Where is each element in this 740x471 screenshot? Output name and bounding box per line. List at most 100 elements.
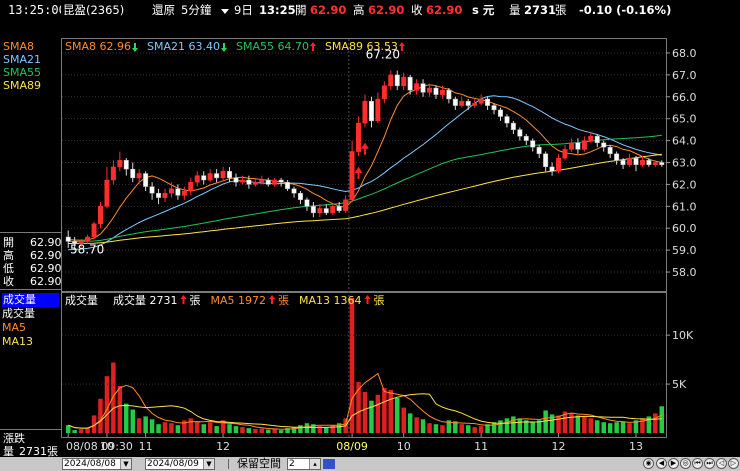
open-value: 62.90 <box>310 3 347 17</box>
zoom-out-icon[interactable]: ◎ <box>680 458 691 469</box>
indicator-item-sma89[interactable]: SMA89 <box>3 79 41 93</box>
scroll-right-icon[interactable]: ▶ <box>668 458 679 469</box>
volume-bar <box>349 298 355 433</box>
volume-indicator-item[interactable]: 成交量 <box>2 307 35 321</box>
close-value: 62.90 <box>426 3 463 17</box>
volume-bar <box>272 429 277 433</box>
buy-signal-icon <box>354 166 363 179</box>
volume-indicator-item[interactable]: 成交量 <box>2 293 59 307</box>
volume-indicator-item[interactable]: MA5 <box>2 321 26 335</box>
end-left-icon[interactable]: ⏮ <box>692 458 703 469</box>
scroll-handle[interactable] <box>323 459 335 469</box>
legend-ma13: MA13 1364 <box>299 294 362 307</box>
close-label: 收 <box>411 3 423 17</box>
x-axis-label: 10 <box>397 440 411 453</box>
candle-body <box>446 89 452 100</box>
next-icon[interactable]: ▷ <box>728 458 739 469</box>
candle-body <box>239 179 245 183</box>
indicator-item-sma21[interactable]: SMA21 <box>3 53 41 67</box>
volume-bar <box>130 409 135 433</box>
candle-body <box>349 151 355 200</box>
date-to-select[interactable]: 2024/08/09 ▼ <box>145 458 215 470</box>
candle-body <box>156 192 162 198</box>
date-from-dropdown-icon[interactable]: ▼ <box>120 459 131 469</box>
change-info: 漲跌 量 2731張 <box>0 429 61 458</box>
candle-body <box>659 162 665 165</box>
quote-label: 高 <box>3 249 14 262</box>
unit-label: s 元 <box>472 3 495 17</box>
keep-space-stepper[interactable]: 2 ▴ <box>287 458 321 470</box>
candle-body <box>188 181 194 192</box>
candle-body <box>556 157 562 172</box>
volume-bar <box>227 424 232 433</box>
volume-tick-label: 5K <box>672 378 687 391</box>
candle-body <box>356 122 362 152</box>
candle-body <box>285 181 291 190</box>
chart-area[interactable]: 68.0 67.0 66.0 65.0 64.0 63.0 62.0 61.0 60.0 59.0… <box>61 21 740 457</box>
indicator-item-sma55[interactable]: SMA55 <box>3 66 41 80</box>
candle-body <box>504 116 510 124</box>
candle-body <box>401 76 407 87</box>
candle-body <box>427 87 433 93</box>
price-tick-label: 66.0 <box>672 91 697 104</box>
candle-body <box>278 179 284 183</box>
candle-body <box>265 179 271 185</box>
high-label: 高 <box>353 3 365 17</box>
volume-bar <box>175 425 181 433</box>
volume-bar <box>266 429 271 433</box>
volume-bar <box>588 418 593 433</box>
change-label: 漲跌 <box>3 432 25 445</box>
quote-value: 62.90 <box>30 262 62 275</box>
candle-body <box>162 192 168 198</box>
toolbar-separator <box>228 459 229 469</box>
prev-icon[interactable]: ◁ <box>716 458 727 469</box>
candle-body <box>485 98 491 106</box>
candle-body <box>194 175 200 183</box>
candle-body <box>272 179 278 185</box>
quote-label: 收 <box>3 275 14 288</box>
period-dropdown-icon[interactable] <box>221 9 229 14</box>
volume-bar <box>420 419 426 433</box>
price-tick-label: 58.0 <box>672 266 697 279</box>
scroll-left-icon[interactable]: ◀ <box>656 458 667 469</box>
x-axis-label: 10 <box>100 440 114 453</box>
candle-body <box>130 168 136 179</box>
candle-body <box>536 146 542 155</box>
candle-body <box>620 160 626 165</box>
volume-bar <box>556 415 561 433</box>
legend-sma8: SMA8 62.96 <box>65 40 131 53</box>
candle-body <box>136 173 142 179</box>
volume-bar <box>627 423 632 433</box>
volume-bar <box>472 427 477 433</box>
volume-bar <box>362 391 368 433</box>
volume-label: 量 <box>509 3 521 17</box>
volume-bar <box>614 422 619 433</box>
volume-bar <box>78 429 84 433</box>
date-to-dropdown-icon[interactable]: ▼ <box>203 459 214 469</box>
end-right-icon[interactable]: ⏭ <box>704 458 715 469</box>
quote-value: 62.90 <box>30 249 62 262</box>
stock-name[interactable]: 昆盈(2365) <box>63 3 124 17</box>
candle-body <box>562 149 568 159</box>
volume-bar <box>395 397 400 433</box>
volume-indicator-item[interactable]: MA13 <box>2 335 33 349</box>
volume-bar <box>117 386 123 433</box>
period-selector[interactable]: 5分鐘 <box>181 3 211 17</box>
candle-body <box>330 206 336 214</box>
legend-ma5: MA5 1972 <box>211 294 267 307</box>
candle-body <box>368 100 374 122</box>
volume-bar <box>233 426 239 433</box>
legend-volume: 成交量 2731 <box>113 293 178 307</box>
candle-body <box>220 171 226 179</box>
volume-bar <box>201 424 206 433</box>
candle-body <box>465 100 471 106</box>
stepper-arrows-icon[interactable]: ▴ <box>309 459 320 469</box>
zoom-in-icon[interactable]: ◉ <box>643 458 654 469</box>
volume-bar <box>543 410 548 433</box>
volume-bar <box>304 423 310 433</box>
date-from-select[interactable]: 2024/08/08 ▼ <box>62 458 132 470</box>
indicator-item-sma8[interactable]: SMA8 <box>3 40 34 54</box>
restore-label[interactable]: 還原 <box>152 3 175 17</box>
keep-space-value: 2 <box>289 459 295 469</box>
legend-unit: 張 <box>190 294 201 307</box>
